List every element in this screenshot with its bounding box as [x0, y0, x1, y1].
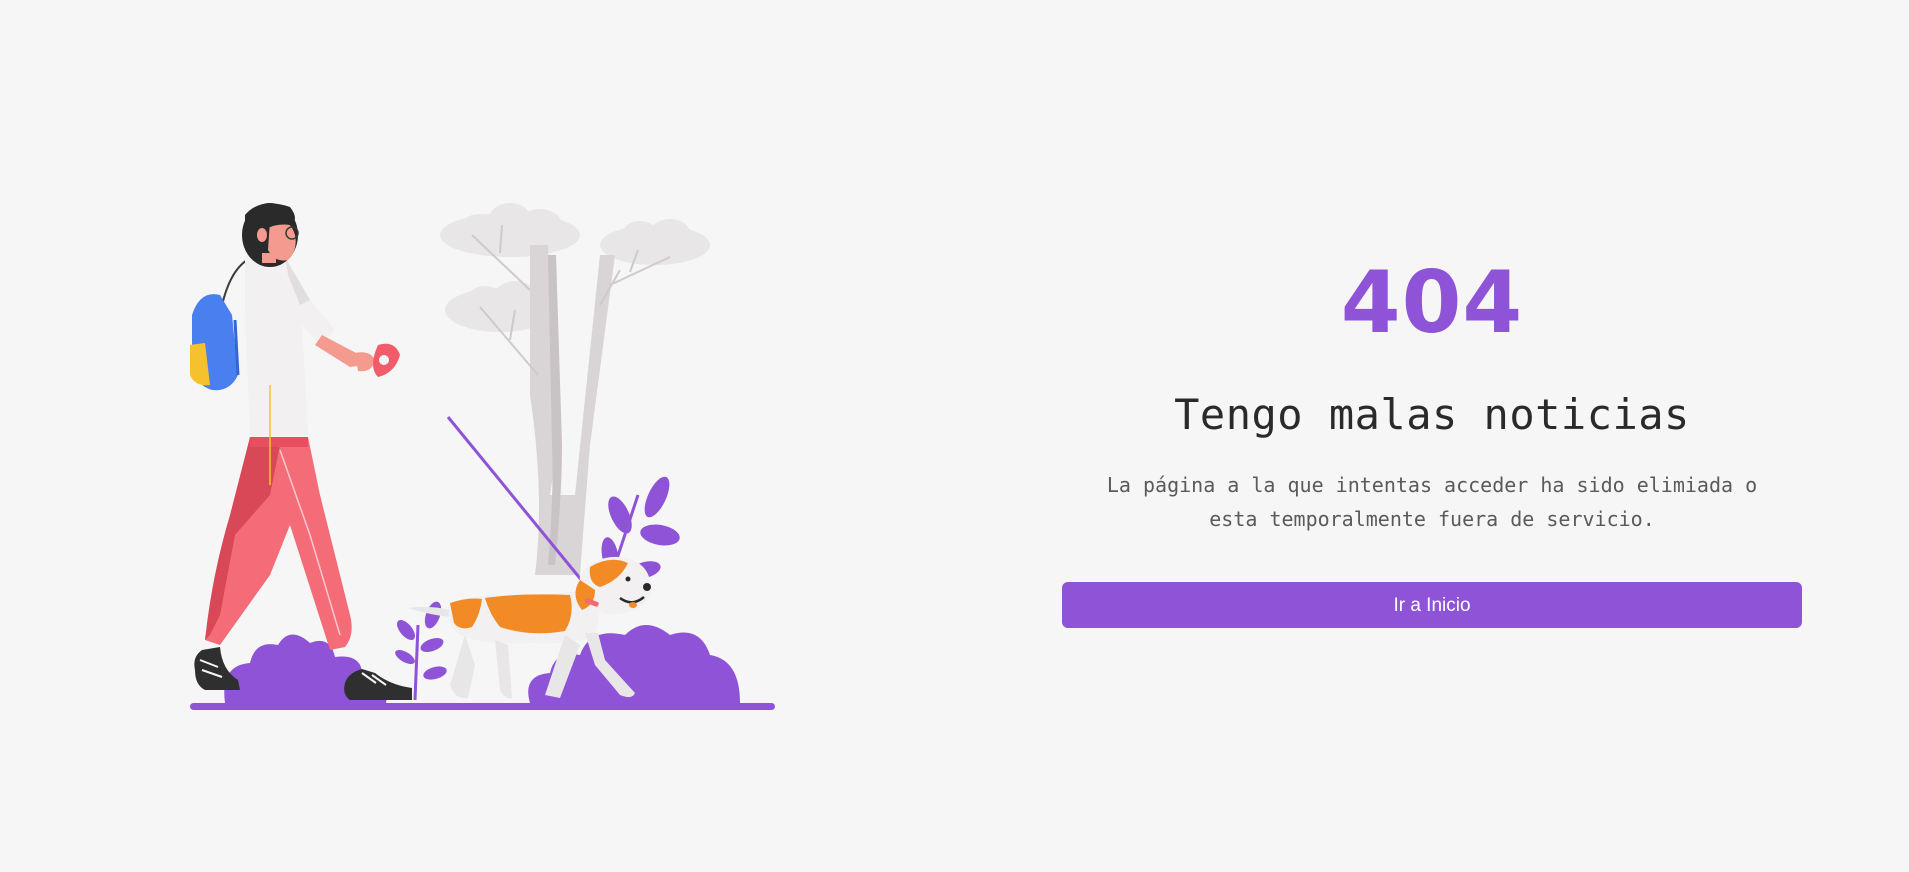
error-code: 404 [1340, 253, 1524, 353]
error-message: La página a la que intentas acceder ha s… [1106, 473, 1758, 532]
go-home-button[interactable]: Ir a Inicio [1062, 582, 1802, 629]
ground-line [190, 703, 775, 710]
error-heading: Tengo malas noticias [1174, 390, 1690, 439]
woman-icon [190, 203, 412, 700]
dog-icon [408, 556, 651, 699]
error-content: 404 Tengo malas noticias La página a la … [1062, 250, 1802, 629]
error-page: 404 Tengo malas noticias La página a la … [0, 0, 1909, 872]
tree-icon [440, 203, 710, 575]
woman-walking-dog-illustration [190, 203, 775, 710]
